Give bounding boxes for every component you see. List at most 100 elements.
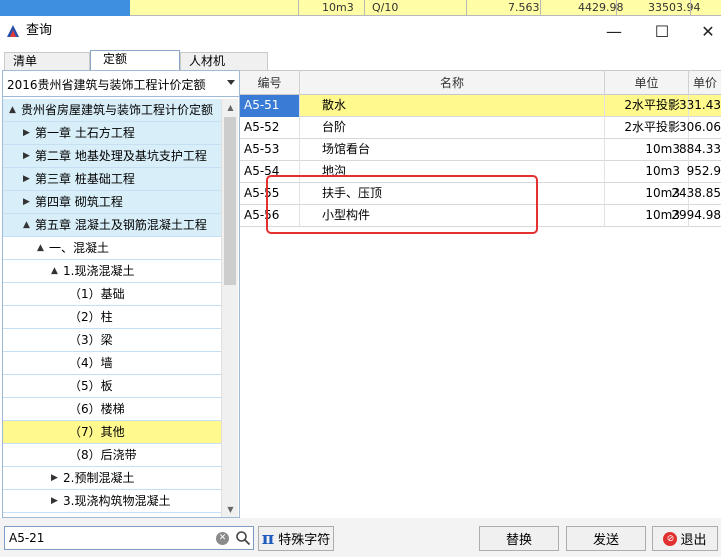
strip-separator xyxy=(540,0,541,16)
strip-separator xyxy=(690,0,691,16)
maximize-button[interactable]: ☐ xyxy=(639,16,685,46)
tree-node-label: 第二章 地基处理及基坑支护工程 xyxy=(35,149,207,163)
table-row[interactable]: A5-51 散水 2水平投影 331.43 xyxy=(240,95,721,117)
clear-icon[interactable]: ✕ xyxy=(216,532,229,545)
tree-node[interactable]: ▲ 第五章 混凝土及钢筋混凝土工程 xyxy=(3,214,221,237)
tree-node[interactable]: （3）梁 xyxy=(3,329,221,352)
quota-library-select[interactable]: 2016贵州省建筑与装饰工程计价定额 xyxy=(3,71,239,97)
tree-node-label: （4）墙 xyxy=(69,356,113,370)
collapse-arrow-icon[interactable]: ▲ xyxy=(23,214,30,236)
window-title: 查询 xyxy=(26,23,53,38)
strip-separator xyxy=(298,0,299,16)
strip-separator xyxy=(466,0,467,16)
expand-arrow-icon[interactable]: ▶ xyxy=(23,168,30,190)
tab-labor-material-machine[interactable]: 人材机 xyxy=(180,52,268,70)
tree-node[interactable]: （2）柱 xyxy=(3,306,221,329)
strip-value-1: 7.563 xyxy=(508,1,540,14)
column-header-unit[interactable]: 单位 xyxy=(605,71,689,95)
expand-arrow-icon[interactable]: ▶ xyxy=(23,145,30,167)
tab-bar: 清单 定额 人材机 xyxy=(0,50,300,71)
cell-name: 台阶 xyxy=(300,117,605,139)
scroll-up-icon[interactable]: ▲ xyxy=(222,99,239,115)
tree-node[interactable]: （4）墙 xyxy=(3,352,221,375)
tree-node-label: 第四章 砌筑工程 xyxy=(35,195,123,209)
cell-name: 散水 xyxy=(300,95,605,117)
collapse-arrow-icon[interactable]: ▲ xyxy=(37,237,44,259)
tree-node-label: 一、混凝土 xyxy=(49,241,110,255)
collapse-arrow-icon[interactable]: ▲ xyxy=(51,260,58,282)
special-chars-button[interactable]: π 特殊字符 xyxy=(258,526,334,551)
cell-name: 场馆看台 xyxy=(300,139,605,161)
tree-node[interactable]: （1）基础 xyxy=(3,283,221,306)
tree-node-label: 贵州省房屋建筑与装饰工程计价定额 xyxy=(21,103,214,117)
tree-node[interactable]: ▶ 第三章 桩基础工程 xyxy=(3,168,221,191)
cell-price: 952.9 xyxy=(686,164,721,178)
cell-price: 2438.85 xyxy=(671,186,721,200)
expand-arrow-icon[interactable]: ▶ xyxy=(51,490,58,512)
tree-node[interactable]: （8）后浇带 xyxy=(3,444,221,467)
cell-code: A5-53 xyxy=(240,139,300,161)
tree-node-label: 第一章 土石方工程 xyxy=(35,126,135,140)
replace-button[interactable]: 替换 xyxy=(479,526,559,551)
annotation-highlight-box xyxy=(266,175,538,234)
tree-node-label: （7）其他 xyxy=(69,425,125,439)
tree-node[interactable]: （6）楼梯 xyxy=(3,398,221,421)
table-row[interactable]: A5-52 台阶 2水平投影 306.06 xyxy=(240,117,721,139)
tree-node[interactable]: ▲ 1.现浇混凝土 xyxy=(3,260,221,283)
cell-unit: 10m3 xyxy=(605,161,689,183)
expand-arrow-icon[interactable]: ▶ xyxy=(51,467,58,489)
strip-separator xyxy=(616,0,617,16)
exit-button[interactable]: ⊘ 退出 xyxy=(652,526,718,551)
tree-node-label: 第五章 混凝土及钢筋混凝土工程 xyxy=(35,218,207,232)
app-logo-icon xyxy=(7,25,19,37)
scroll-down-icon[interactable]: ▼ xyxy=(222,501,239,517)
tree-node[interactable]: ▶ 3.现浇构筑物混凝土 xyxy=(3,490,221,513)
tree-node-label: （3）梁 xyxy=(69,333,113,347)
quota-tree: ▲ 贵州省房屋建筑与装饰工程计价定额 ▶ 第一章 土石方工程 ▶ 第二章 地基处理及基坑支… xyxy=(3,99,221,517)
quota-tree-panel: 2016贵州省建筑与装饰工程计价定额 ▲ 贵州省房屋建筑与装饰工程计价定额 ▶ 第一章… xyxy=(2,70,240,518)
cell-unit: 10m3 xyxy=(605,139,689,161)
tree-node[interactable]: ▶ 第四章 砌筑工程 xyxy=(3,191,221,214)
tree-node[interactable]: （5）板 xyxy=(3,375,221,398)
tab-bill[interactable]: 清单 xyxy=(4,52,90,70)
pi-icon: π xyxy=(261,528,275,549)
tree-node-label: 1.现浇混凝土 xyxy=(63,264,135,278)
tree-node-label: 2.预制混凝土 xyxy=(63,471,135,485)
cell-price: 306.06 xyxy=(679,120,721,134)
search-icon[interactable] xyxy=(235,530,251,546)
tree-node[interactable]: ▶ 第一章 土石方工程 xyxy=(3,122,221,145)
close-button[interactable]: ✕ xyxy=(685,16,721,46)
cell-price: 331.43 xyxy=(679,98,721,112)
column-header-code[interactable]: 编号 xyxy=(240,71,300,95)
search-input[interactable] xyxy=(9,529,209,547)
table-row[interactable]: A5-53 场馆看台 10m3 884.33 xyxy=(240,139,721,161)
expand-arrow-icon[interactable]: ▶ xyxy=(23,122,30,144)
strip-qty: Q/10 xyxy=(372,1,399,14)
background-table-strip: 10m3 Q/10 7.563 4429.98 33503.94 xyxy=(0,0,721,16)
tree-scrollbar[interactable]: ▲ ▼ xyxy=(221,99,238,517)
cell-unit: 2水平投影 xyxy=(605,117,689,139)
tree-node[interactable]: ▲ 贵州省房屋建筑与装饰工程计价定额 xyxy=(3,99,221,122)
dropdown-arrow-icon[interactable] xyxy=(227,80,235,85)
tree-node-label: （1）基础 xyxy=(69,287,125,301)
cell-price: 2994.98 xyxy=(671,208,721,222)
column-header-price[interactable]: 单价 xyxy=(689,71,721,95)
scroll-thumb[interactable] xyxy=(224,117,236,285)
tree-node[interactable]: ▶ 2.预制混凝土 xyxy=(3,467,221,490)
exit-icon: ⊘ xyxy=(663,531,678,546)
expand-arrow-icon[interactable]: ▶ xyxy=(23,191,30,213)
tree-node[interactable]: ▶ 第二章 地基处理及基坑支护工程 xyxy=(3,145,221,168)
send-button[interactable]: 发送 xyxy=(566,526,646,551)
tree-node[interactable]: ▲ 一、混凝土 xyxy=(3,237,221,260)
collapse-arrow-icon[interactable]: ▲ xyxy=(9,99,16,121)
tree-node-label: 3.现浇构筑物混凝土 xyxy=(63,494,171,508)
cell-code: A5-51 xyxy=(240,95,300,117)
tab-quota[interactable]: 定额 xyxy=(90,50,180,71)
bottom-toolbar: ✕ π 特殊字符 替换 发送 ⊘ 退出 xyxy=(0,518,721,557)
cell-unit: 2水平投影 xyxy=(605,95,689,117)
minimize-button[interactable]: — xyxy=(591,16,637,46)
tree-node[interactable]: （7）其他 xyxy=(3,421,221,444)
column-header-name[interactable]: 名称 xyxy=(300,71,605,95)
search-field[interactable]: ✕ xyxy=(4,526,254,550)
grid-header: 编号 名称 单位 单价 xyxy=(240,71,721,95)
